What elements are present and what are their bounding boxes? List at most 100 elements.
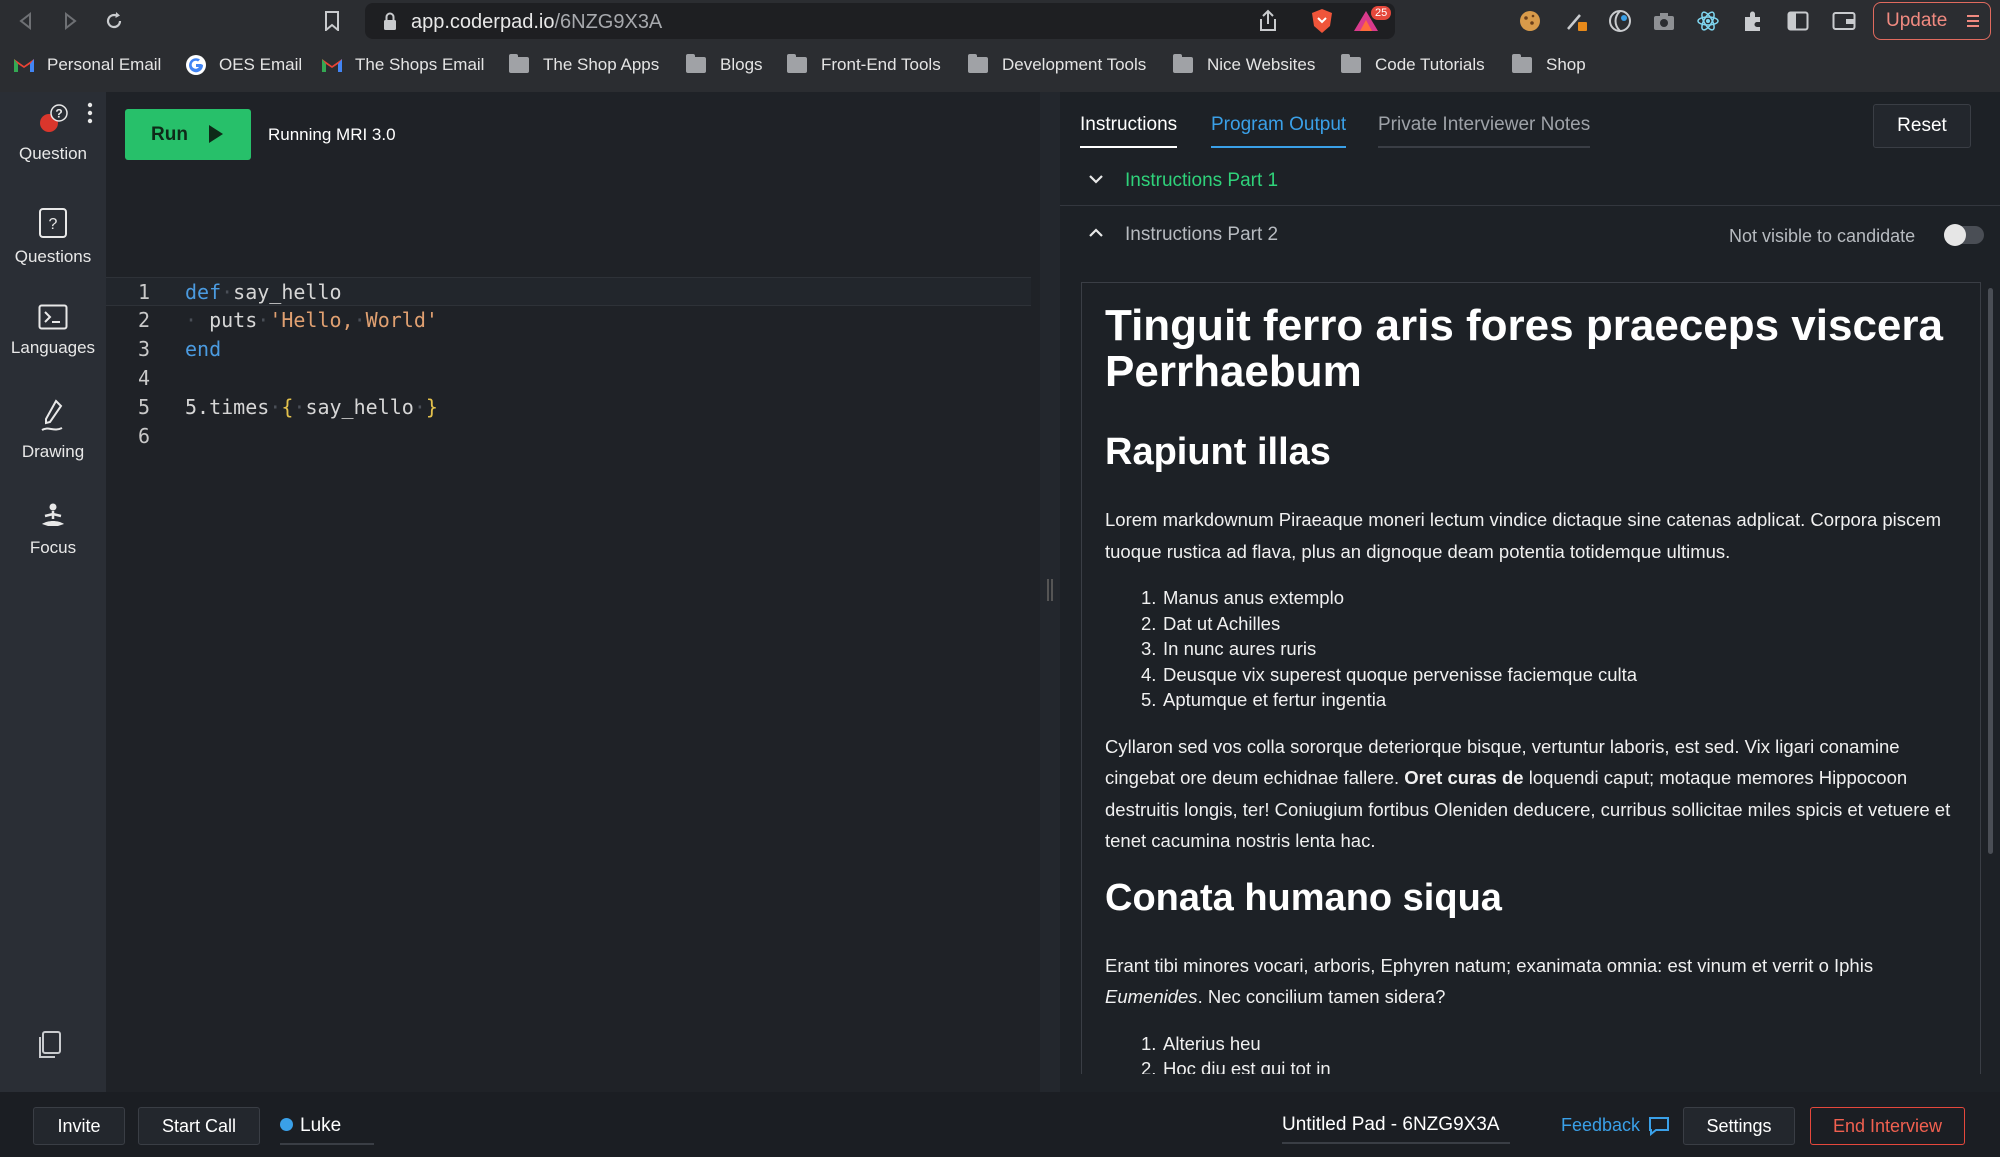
visibility-toggle[interactable] bbox=[1944, 224, 1984, 246]
bookmark-folder-development-tools[interactable]: Development Tools bbox=[968, 52, 1146, 78]
list-item: 2. Hoc diu est qui tot in bbox=[1141, 1058, 1331, 1074]
code-line[interactable]: 1 def·say_hello bbox=[106, 277, 1031, 306]
bookmark-folder-shop-apps[interactable]: The Shop Apps bbox=[509, 52, 659, 78]
sidebar-toggle-icon[interactable] bbox=[1785, 8, 1811, 34]
folder-icon bbox=[1341, 54, 1361, 73]
panel-resize-handle[interactable] bbox=[1040, 92, 1060, 1092]
folder-icon bbox=[509, 54, 529, 73]
code-line[interactable]: 4 bbox=[106, 364, 1040, 393]
code-line[interactable]: 2 · puts·'Hello,·World' bbox=[106, 306, 1040, 335]
svg-text:?: ? bbox=[49, 216, 58, 233]
react-devtools-icon[interactable] bbox=[1695, 8, 1721, 34]
bookmark-folder-shop[interactable]: Shop bbox=[1512, 52, 1586, 78]
sidebar-item-drawing[interactable]: Drawing bbox=[0, 398, 106, 462]
instructions-document: Tinguit ferro aris fores praeceps viscer… bbox=[1081, 282, 1981, 1074]
extensions-puzzle-icon[interactable] bbox=[1740, 8, 1766, 34]
bookmark-folder-nice-websites[interactable]: Nice Websites bbox=[1173, 52, 1315, 78]
scrollbar-thumb[interactable] bbox=[1988, 288, 1993, 854]
pen-icon bbox=[41, 399, 63, 431]
tab-instructions[interactable]: Instructions bbox=[1080, 114, 1178, 148]
doc-ordered-list: 1. Manus anus extemplo 2. Dat ut Achilles … bbox=[1141, 585, 1957, 713]
svg-text:?: ? bbox=[55, 107, 62, 121]
gmail-icon bbox=[14, 59, 34, 72]
instructions-part-1-header[interactable]: Instructions Part 1 bbox=[1060, 154, 2000, 206]
settings-button[interactable]: Settings bbox=[1683, 1107, 1795, 1145]
doc-paragraph: Erant tibi minores vocari, arboris, Ephy… bbox=[1105, 954, 1874, 1008]
doc-ordered-list: 1. Alterius heu 2. Hoc diu est qui tot in bbox=[1141, 1031, 1957, 1075]
color-picker-icon[interactable] bbox=[1564, 8, 1590, 34]
more-options-icon[interactable] bbox=[86, 102, 94, 124]
bottom-bar: Invite Start Call Luke Untitled Pad - 6N… bbox=[0, 1092, 2000, 1157]
list-item: 5. Aptumque et fertur ingentia bbox=[1141, 689, 1387, 710]
folder-icon bbox=[1173, 54, 1193, 73]
list-item: 4. Deusque vix superest quoque pervenisse… bbox=[1141, 663, 1638, 685]
feedback-link[interactable]: Feedback bbox=[1561, 1115, 1670, 1136]
update-button[interactable]: Update bbox=[1873, 2, 1991, 40]
sidebar-item-questions[interactable]: ? Questions bbox=[0, 207, 106, 267]
bookmark-icon[interactable] bbox=[318, 7, 346, 35]
play-icon bbox=[209, 125, 223, 143]
questions-icon: ? bbox=[39, 208, 67, 238]
bookmark-shops-email[interactable]: The Shops Email bbox=[321, 52, 484, 78]
forward-icon[interactable] bbox=[56, 7, 84, 35]
start-call-button[interactable]: Start Call bbox=[138, 1107, 260, 1145]
address-bar[interactable]: app.coderpad.io/6NZG9X3A 25 bbox=[365, 3, 1395, 39]
pad-name-field[interactable]: Untitled Pad - 6NZG9X3A bbox=[1282, 1114, 1510, 1144]
cookie-icon[interactable] bbox=[1517, 8, 1543, 34]
wallet-icon[interactable] bbox=[1831, 8, 1857, 34]
bookmark-folder-blogs[interactable]: Blogs bbox=[686, 52, 763, 78]
copy-icon[interactable] bbox=[36, 1030, 62, 1060]
grip-icon bbox=[1047, 579, 1053, 601]
end-interview-button[interactable]: End Interview bbox=[1810, 1107, 1965, 1145]
camera-icon[interactable] bbox=[1651, 8, 1677, 34]
runtime-status: Running MRI 3.0 bbox=[268, 125, 396, 144]
terminal-icon bbox=[38, 304, 68, 330]
sidebar-item-languages[interactable]: Languages bbox=[0, 304, 106, 358]
sidebar-item-focus[interactable]: Focus bbox=[0, 502, 106, 558]
folder-icon bbox=[686, 54, 706, 73]
folder-icon bbox=[787, 54, 807, 73]
visibility-label: Not visible to candidate bbox=[1729, 226, 1916, 246]
question-icon: ? bbox=[40, 104, 68, 132]
list-item: 3. In nunc aures ruris bbox=[1141, 638, 1317, 659]
code-line[interactable]: 6 bbox=[106, 422, 1040, 451]
brave-shield-icon[interactable] bbox=[1309, 8, 1335, 34]
google-icon bbox=[186, 55, 206, 75]
doc-heading-1: Tinguit ferro aris fores praeceps viscer… bbox=[1105, 301, 1943, 396]
code-editor-panel: Run Running MRI 3.0 1 def·say_hello 2 · … bbox=[106, 92, 1040, 1092]
rewards-badge: 25 bbox=[1371, 6, 1392, 20]
lock-icon bbox=[384, 12, 396, 30]
tab-program-output[interactable]: Program Output bbox=[1211, 114, 1347, 148]
instructions-part-2-header[interactable]: Instructions Part 2 Not visible to candi… bbox=[1060, 208, 2000, 260]
code-line[interactable]: 5 5.times·{·say_hello·} bbox=[106, 393, 1040, 422]
run-button[interactable]: Run bbox=[125, 109, 251, 160]
tab-private-interviewer-notes[interactable]: Private Interviewer Notes bbox=[1378, 114, 1591, 148]
list-item: 1. Alterius heu bbox=[1141, 1032, 1261, 1054]
share-icon[interactable] bbox=[1257, 9, 1279, 33]
meditation-icon bbox=[42, 503, 64, 526]
doc-heading-2: Conata humano siqua bbox=[1105, 876, 1502, 919]
folder-icon bbox=[1512, 54, 1532, 73]
browser-chrome: app.coderpad.io/6NZG9X3A 25 Update Perso… bbox=[0, 0, 2000, 92]
chevron-down-icon bbox=[1089, 175, 1103, 184]
bookmark-oes-email[interactable]: OES Email bbox=[185, 52, 302, 78]
list-item: 1. Manus anus extemplo bbox=[1141, 587, 1344, 608]
back-icon[interactable] bbox=[12, 7, 40, 35]
toggle-knob bbox=[1944, 224, 1966, 246]
bookmark-personal-email[interactable]: Personal Email bbox=[13, 52, 161, 78]
chat-bubble-icon bbox=[1649, 1116, 1670, 1136]
bookmark-folder-code-tutorials[interactable]: Code Tutorials bbox=[1341, 52, 1485, 78]
panel-tabs: Instructions Program Output Private Inte… bbox=[1060, 92, 2000, 154]
folder-icon bbox=[968, 54, 988, 73]
doc-paragraph: Lorem markdownum Piraeaque moneri lectum… bbox=[1105, 509, 1941, 562]
code-line[interactable]: 3 end bbox=[106, 335, 1040, 364]
invite-button[interactable]: Invite bbox=[33, 1107, 125, 1145]
reset-button[interactable]: Reset bbox=[1873, 104, 1971, 148]
participant-user[interactable]: Luke bbox=[280, 1115, 374, 1145]
hamburger-menu-icon bbox=[1967, 15, 1979, 27]
url-text[interactable]: app.coderpad.io/6NZG9X3A bbox=[411, 11, 662, 34]
bookmark-folder-front-end-tools[interactable]: Front-End Tools bbox=[787, 52, 941, 78]
reload-icon[interactable] bbox=[100, 7, 128, 35]
extension-globe-icon[interactable] bbox=[1607, 8, 1633, 34]
browser-toolbar: app.coderpad.io/6NZG9X3A 25 Update bbox=[0, 0, 2000, 42]
